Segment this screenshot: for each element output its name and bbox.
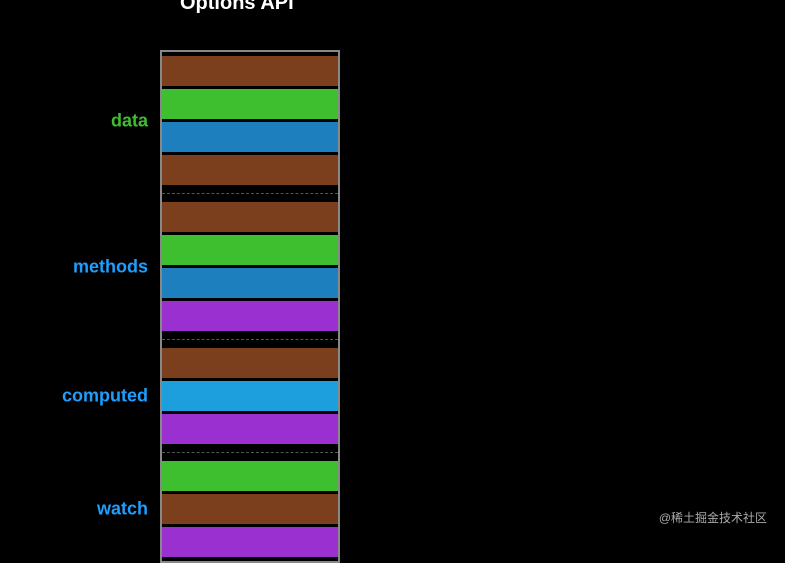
bar-watch-2 [162,527,338,557]
bar-data-0 [162,56,338,86]
bar-computed-2 [162,414,338,444]
section-divider [162,193,338,194]
label-watch: watch [97,499,148,520]
section-divider [162,339,338,340]
bar-watch-1 [162,494,338,524]
watermark: @稀土掘金技术社区 [659,509,767,526]
main-container: Options API datamethodscomputedwatch @稀土… [0,0,785,540]
watermark-line1: @稀土掘金技术社区 [659,509,767,526]
label-data: data [111,110,148,131]
bar-data-2 [162,122,338,152]
bar-computed-0 [162,348,338,378]
options-api-box: datamethodscomputedwatch [160,50,340,563]
section-computed: computed [162,344,338,448]
bar-watch-0 [162,461,338,491]
bar-methods-3 [162,301,338,331]
bar-data-3 [162,155,338,185]
bar-methods-1 [162,235,338,265]
bar-computed-1 [162,381,338,411]
options-api-title: Options API [180,0,294,15]
label-computed: computed [62,386,148,407]
section-divider [162,452,338,453]
label-methods: methods [73,256,148,277]
section-methods: methods [162,198,338,335]
bar-data-1 [162,89,338,119]
section-watch: watch [162,457,338,561]
diagram-wrapper: Options API datamethodscomputedwatch [160,20,340,563]
section-data: data [162,52,338,189]
bar-methods-2 [162,268,338,298]
bar-methods-0 [162,202,338,232]
